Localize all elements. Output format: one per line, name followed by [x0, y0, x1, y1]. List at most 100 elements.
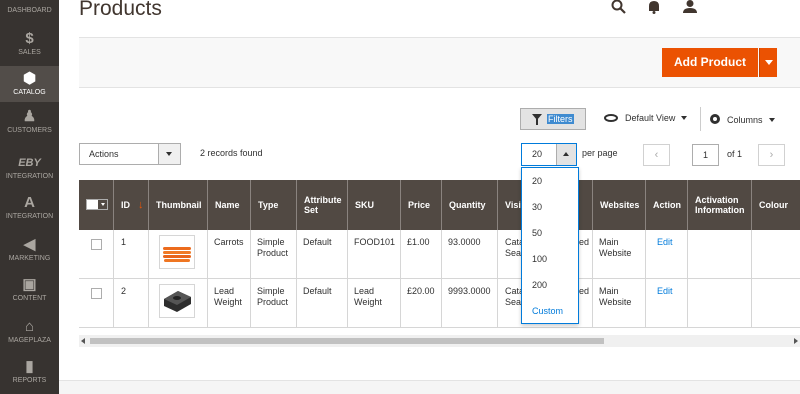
column-divider — [347, 230, 348, 328]
row-checkbox[interactable] — [91, 239, 102, 250]
column-header-colour[interactable]: Colour — [751, 180, 800, 230]
column-divider — [148, 230, 149, 328]
scroll-left-icon[interactable] — [81, 338, 85, 344]
per-page-option[interactable]: 200 — [532, 280, 547, 290]
per-page-value: 20 — [532, 149, 543, 159]
per-page-select[interactable]: 20 — [521, 143, 577, 166]
column-header-attribute-set[interactable]: Attribute Set — [296, 180, 347, 230]
column-divider — [687, 230, 688, 328]
column-divider — [400, 230, 401, 328]
per-page-option[interactable]: 30 — [532, 202, 542, 212]
edit-link[interactable]: Edit — [657, 237, 673, 248]
nav-amazon-integration[interactable]: a INTEGRATION — [0, 194, 59, 226]
filters-button[interactable]: Filters — [520, 108, 586, 130]
nav-sales-label: SALES — [18, 49, 41, 56]
chevron-up-icon — [556, 144, 576, 165]
mass-actions-label: Actions — [89, 149, 119, 159]
cell-status: ed — [579, 237, 590, 247]
main-content: Products Add Product Filters Default Vie… — [59, 0, 800, 394]
table-row[interactable]: 2 Lead Weight Simple Product Default Lea… — [79, 279, 800, 328]
column-header-activation[interactable]: Activation Information — [687, 180, 751, 230]
column-divider — [296, 230, 297, 328]
row-checkbox[interactable] — [91, 288, 102, 299]
horizontal-scrollbar[interactable] — [79, 335, 800, 347]
previous-page-button[interactable]: ‹ — [643, 144, 670, 166]
nav-mageplaza[interactable]: ⌂ MAGEPLAZA — [0, 318, 59, 350]
carrots-image — [163, 247, 191, 262]
nav-catalog-label: CATALOG — [13, 89, 46, 96]
grid-header: ID ↓ Thumbnail Name Type Attribute Set SK… — [79, 180, 800, 230]
cell-sku: Lead Weight — [354, 286, 382, 307]
toolbar-divider — [700, 107, 701, 131]
cell-websites: Main Website — [599, 286, 632, 307]
next-page-button[interactable]: › — [758, 144, 785, 166]
scrollbar-thumb[interactable] — [90, 338, 604, 344]
admin-sidebar: DASHBOARD $ SALES ⬢ CATALOG ♟ CUSTOMERS … — [0, 0, 59, 394]
dollar-icon: $ — [25, 30, 34, 47]
nav-dashboard[interactable]: DASHBOARD — [0, 0, 59, 22]
cell-price: £20.00 — [407, 286, 435, 296]
page-number-input[interactable]: 1 — [692, 144, 719, 166]
column-header-id-label: ID — [121, 200, 130, 210]
per-page-option[interactable]: 20 — [532, 176, 542, 186]
add-product-button[interactable]: Add Product — [662, 48, 758, 77]
table-row[interactable]: 1 Carrots Simple Product Default FOOD101… — [79, 230, 800, 279]
column-header-type[interactable]: Type — [250, 180, 296, 230]
chevron-down-icon — [158, 144, 180, 164]
search-icon[interactable] — [611, 0, 627, 14]
nav-content[interactable]: ▣ CONTENT — [0, 276, 59, 308]
cell-name: Lead Weight — [214, 286, 242, 307]
nav-marketing[interactable]: ◀ MARKETING — [0, 236, 59, 268]
edit-link[interactable]: Edit — [657, 286, 673, 297]
columns-toggle[interactable]: Columns — [710, 113, 775, 125]
mass-actions-select[interactable]: Actions — [79, 143, 181, 165]
nav-marketing-label: MARKETING — [8, 255, 51, 262]
column-divider — [250, 230, 251, 328]
cell-quantity: 9993.0000 — [448, 286, 491, 296]
default-view-toggle[interactable]: Default View — [604, 113, 688, 123]
column-header-quantity[interactable]: Quantity — [441, 180, 497, 230]
nav-catalog[interactable]: ⬢ CATALOG — [0, 66, 59, 102]
product-thumbnail[interactable] — [159, 235, 195, 269]
column-divider — [113, 230, 114, 328]
chevron-down-icon — [101, 203, 105, 206]
cell-id: 2 — [121, 286, 127, 296]
page-footer — [59, 380, 800, 394]
cube-icon: ⬢ — [22, 70, 37, 87]
per-page-option[interactable]: 100 — [532, 254, 547, 264]
column-header-thumbnail[interactable]: Thumbnail — [148, 180, 207, 230]
column-divider — [441, 230, 442, 328]
cell-id: 1 — [121, 237, 127, 247]
user-icon[interactable] — [682, 0, 698, 14]
amazon-icon: a — [24, 194, 35, 211]
megaphone-icon: ◀ — [23, 236, 36, 253]
nav-customers-label: CUSTOMERS — [7, 127, 52, 134]
page-total: of 1 — [727, 149, 743, 159]
nav-reports[interactable]: ▮ REPORTS — [0, 358, 59, 390]
per-page-option[interactable]: 50 — [532, 228, 542, 238]
nav-customers[interactable]: ♟ CUSTOMERS — [0, 108, 59, 140]
column-header-sku[interactable]: SKU — [347, 180, 400, 230]
nav-ebay-integration[interactable]: ebY INTEGRATION — [0, 154, 59, 186]
column-header-name[interactable]: Name — [207, 180, 250, 230]
bell-icon[interactable] — [646, 0, 662, 14]
column-header-id[interactable]: ID ↓ — [113, 180, 152, 230]
column-header-action: Action — [645, 180, 687, 230]
funnel-icon — [532, 114, 542, 125]
mageplaza-icon: ⌂ — [24, 318, 35, 335]
cell-status: ed — [579, 286, 590, 296]
per-page-custom-option[interactable]: Custom — [532, 306, 563, 316]
column-header-websites[interactable]: Websites — [592, 180, 645, 230]
add-product-type-toggle[interactable] — [759, 48, 777, 77]
page-title: Products — [79, 0, 162, 20]
column-header-price[interactable]: Price — [400, 180, 441, 230]
column-divider — [592, 230, 593, 328]
scroll-right-icon[interactable] — [794, 338, 798, 344]
product-thumbnail[interactable] — [159, 284, 195, 318]
cell-price: £1.00 — [407, 237, 430, 247]
column-divider — [207, 230, 208, 328]
nav-sales[interactable]: $ SALES — [0, 30, 59, 62]
nav-content-label: CONTENT — [12, 295, 47, 302]
select-all-checkbox[interactable] — [86, 199, 108, 210]
lead-weight-image — [164, 291, 191, 312]
